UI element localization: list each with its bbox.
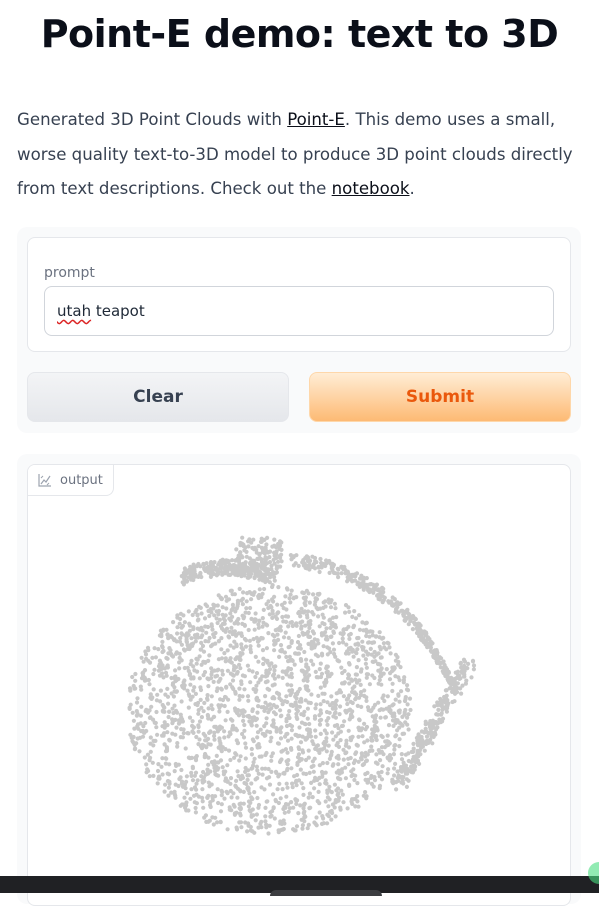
- prompt-block: prompt utah teapot: [27, 237, 571, 352]
- page-title: Point-E demo: text to 3D: [40, 12, 559, 56]
- taskbar-item[interactable]: [270, 890, 382, 896]
- output-label-tag: output: [28, 465, 114, 496]
- chart-icon: [38, 473, 52, 487]
- description-text-3: .: [409, 179, 415, 198]
- point-cloud-plot[interactable]: [28, 465, 570, 905]
- clear-button[interactable]: Clear: [27, 372, 289, 422]
- prompt-label: prompt: [44, 265, 95, 281]
- prompt-input[interactable]: utah teapot: [44, 286, 554, 336]
- prompt-value-misspelled-word: utah: [57, 302, 92, 320]
- description: Generated 3D Point Clouds with Point-E. …: [17, 103, 587, 207]
- output-label: output: [60, 472, 103, 488]
- submit-button[interactable]: Submit: [309, 372, 571, 422]
- prompt-value-rest: teapot: [91, 302, 145, 320]
- output-block: output: [27, 464, 571, 906]
- notebook-link[interactable]: notebook: [332, 179, 410, 198]
- description-text-1: Generated 3D Point Clouds with: [17, 110, 288, 129]
- output-panel: output: [17, 454, 581, 906]
- point-e-link[interactable]: Point-E: [287, 110, 345, 129]
- input-panel: prompt utah teapot Clear Submit: [17, 227, 581, 433]
- os-taskbar: [0, 876, 599, 896]
